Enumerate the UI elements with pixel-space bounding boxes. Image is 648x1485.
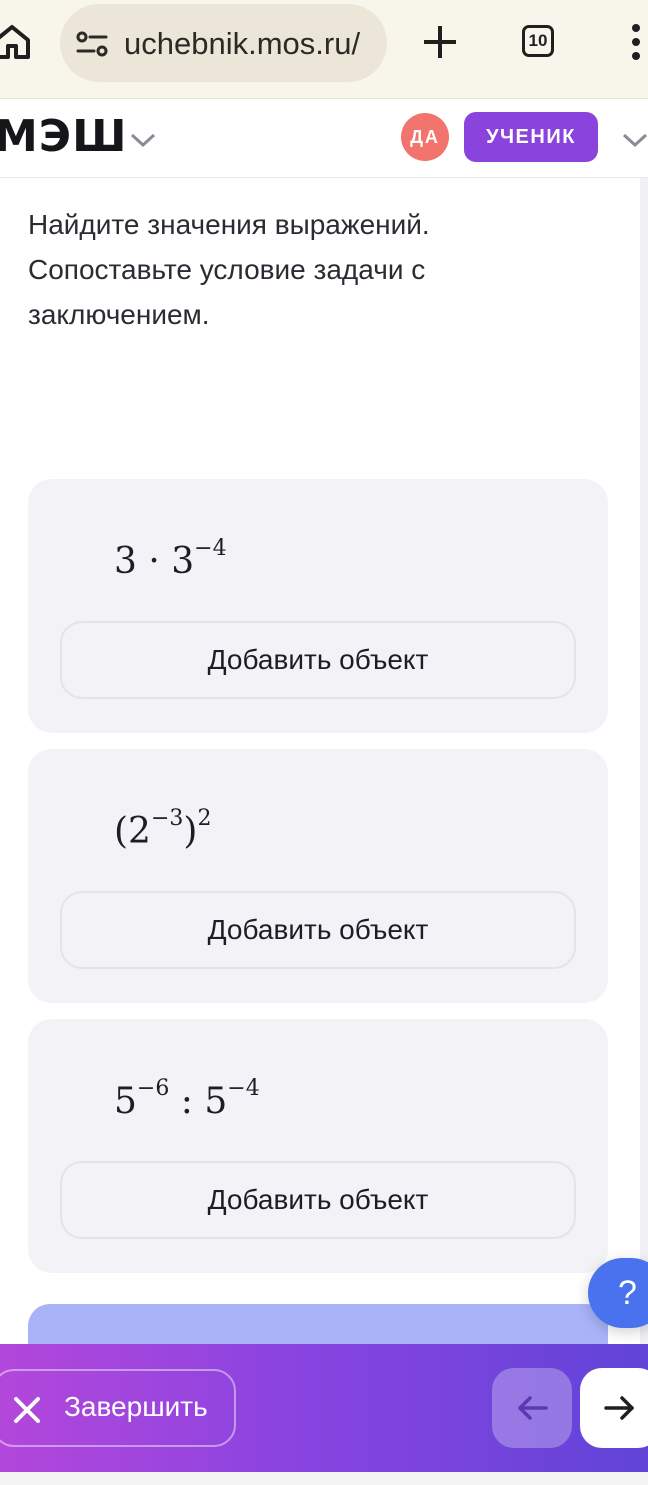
arrow-right-icon bbox=[604, 1396, 634, 1420]
math-expression: (2−3)2 bbox=[114, 806, 212, 852]
scrollbar-track[interactable] bbox=[640, 178, 648, 1348]
math-expression: 5−6 : 5−4 bbox=[114, 1076, 260, 1122]
more-menu-icon[interactable] bbox=[626, 22, 646, 62]
site-info-icon[interactable] bbox=[76, 28, 108, 60]
match-card: 5−6 : 5−4 Добавить объект bbox=[28, 1019, 608, 1273]
browser-toolbar: uchebnik.mos.ru/ 10 bbox=[0, 0, 648, 99]
help-label: ? bbox=[618, 1274, 637, 1312]
url-text: uchebnik.mos.ru/ bbox=[124, 26, 361, 61]
math-expression: 3 · 3−4 bbox=[114, 536, 227, 582]
system-nav-strip bbox=[0, 1472, 648, 1485]
task-instruction: Найдите значения выражений. Сопоставьте … bbox=[28, 209, 430, 330]
address-bar[interactable]: uchebnik.mos.ru/ bbox=[60, 4, 387, 82]
next-button[interactable] bbox=[580, 1368, 648, 1448]
add-object-button[interactable]: Добавить объект bbox=[60, 1161, 576, 1239]
chevron-down-icon[interactable] bbox=[620, 127, 648, 151]
previous-button[interactable] bbox=[492, 1368, 572, 1448]
add-object-button[interactable]: Добавить объект bbox=[60, 621, 576, 699]
avatar[interactable]: ДА bbox=[401, 113, 449, 161]
new-tab-icon[interactable] bbox=[420, 22, 460, 62]
match-card: (2−3)2 Добавить объект bbox=[28, 749, 608, 1003]
chevron-down-icon[interactable] bbox=[128, 127, 158, 151]
match-card: 3 · 3−4 Добавить объект bbox=[28, 479, 608, 733]
task-content: Найдите значения выражений. Сопоставьте … bbox=[0, 178, 640, 1364]
home-icon[interactable] bbox=[0, 22, 32, 62]
add-object-button[interactable]: Добавить объект bbox=[60, 891, 576, 969]
bottom-navigation-bar: Завершить bbox=[0, 1344, 648, 1472]
role-badge[interactable]: УЧЕНИК bbox=[464, 112, 598, 162]
finish-label: Завершить bbox=[64, 1391, 208, 1422]
tab-switcher-button[interactable]: 10 bbox=[522, 25, 554, 57]
app-logo[interactable]: МЭШ bbox=[0, 111, 127, 162]
finish-button[interactable]: Завершить bbox=[0, 1369, 236, 1447]
arrow-left-icon bbox=[518, 1396, 548, 1420]
close-icon bbox=[14, 1397, 40, 1423]
app-header: МЭШ ДА УЧЕНИК bbox=[0, 99, 648, 179]
